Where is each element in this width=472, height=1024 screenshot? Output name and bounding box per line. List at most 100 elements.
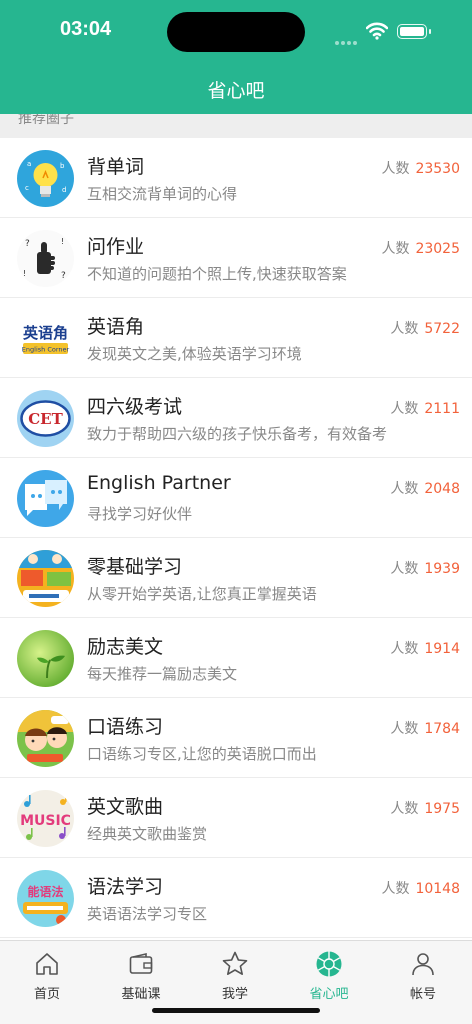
circle-row-cet[interactable]: CET 四六级考试 致力于帮助四六级的孩子快乐备考，有效备考 人数 2111 — [0, 378, 472, 458]
circle-row-grammar[interactable]: 能语法 语法学习 英语语法学习专区 人数 10148 — [0, 858, 472, 938]
member-count-value: 1939 — [424, 561, 460, 577]
member-count-label: 人数 — [390, 321, 419, 337]
member-count-value: 23530 — [415, 161, 460, 177]
wifi-icon — [366, 22, 388, 40]
english-corner-logo: 英语角 English Corner — [17, 310, 74, 367]
tab-label: 首页 — [33, 987, 60, 1002]
circle-title: 英文歌曲 — [87, 796, 164, 818]
member-count: 人数 1939 — [390, 558, 460, 578]
tab-my-learning[interactable]: 我学 — [188, 949, 282, 1002]
circle-description: 发现英文之美,体验英语学习环境 — [87, 345, 302, 363]
svg-text:CET: CET — [28, 410, 63, 428]
lightbulb-icon: a b c d — [17, 150, 74, 207]
circle-list[interactable]: a b c d 背单词 互相交流背单词的心得 人数 23530 ? ! ! ? — [0, 138, 472, 940]
battery-icon — [397, 24, 431, 39]
circle-description: 口语练习专区,让您的英语脱口而出 — [87, 745, 317, 763]
svg-text:?: ? — [61, 271, 66, 281]
tab-label: 基础课 — [121, 987, 161, 1002]
member-count: 人数 2048 — [390, 478, 460, 498]
circle-title: 励志美文 — [87, 636, 164, 658]
member-count-value: 1784 — [424, 721, 460, 737]
tab-community[interactable]: 省心吧 — [282, 949, 376, 1002]
svg-text:能语法: 能语法 — [27, 884, 63, 899]
circle-row-vocabulary[interactable]: a b c d 背单词 互相交流背单词的心得 人数 23530 — [0, 138, 472, 218]
circle-row-speaking[interactable]: 口语练习 口语练习专区,让您的英语脱口而出 人数 1784 — [0, 698, 472, 778]
circle-title: English Partner — [87, 472, 231, 494]
wallet-icon — [94, 949, 188, 979]
page-title: 省心吧 — [207, 80, 265, 102]
header-bar: 03:04 省心吧 — [0, 0, 472, 114]
tab-account[interactable]: 帐号 — [376, 949, 470, 1002]
circle-description: 每天推荐一篇励志美文 — [87, 665, 238, 683]
camera-notch — [167, 12, 305, 52]
circle-row-beginner[interactable]: 零基础学习 从零开始学英语,让您真正掌握英语 人数 1939 — [0, 538, 472, 618]
section-header: 推荐圈子 — [0, 114, 472, 138]
circle-title: 背单词 — [87, 156, 145, 178]
circle-description: 经典英文歌曲鉴赏 — [87, 825, 208, 843]
member-count-label: 人数 — [390, 561, 419, 577]
member-count-value: 10148 — [415, 881, 460, 897]
circle-description: 寻找学习好伙伴 — [87, 505, 193, 523]
svg-text:?: ? — [25, 239, 30, 249]
circle-title: 口语练习 — [87, 716, 164, 738]
circle-row-english-partner[interactable]: English Partner 寻找学习好伙伴 人数 2048 — [0, 458, 472, 538]
member-count-label: 人数 — [390, 721, 419, 737]
person-icon — [376, 949, 470, 979]
member-count-value: 2111 — [424, 401, 460, 417]
member-count-label: 人数 — [390, 481, 419, 497]
circle-title: 语法学习 — [87, 876, 164, 898]
circle-description: 致力于帮助四六级的孩子快乐备考，有效备考 — [87, 425, 388, 443]
kids-talk-icon — [17, 710, 74, 767]
member-count: 人数 10148 — [381, 878, 460, 898]
circle-description: 不知道的问题拍个照上传,快速获取答案 — [87, 265, 347, 283]
section-title: 推荐圈子 — [18, 114, 74, 127]
member-count: 人数 23025 — [381, 238, 460, 258]
svg-text:!: ! — [61, 237, 64, 246]
cet-logo: CET — [17, 390, 74, 447]
member-count-value: 1914 — [424, 641, 460, 657]
member-count-value: 1975 — [424, 801, 460, 817]
member-count-value: 2048 — [424, 481, 460, 497]
home-icon — [0, 949, 94, 979]
star-icon — [188, 949, 282, 979]
member-count: 人数 1784 — [390, 718, 460, 738]
aperture-icon — [282, 949, 376, 979]
home-indicator — [152, 1008, 320, 1013]
member-count-label: 人数 — [381, 161, 410, 177]
thumbs-up-icon: ? ! ! ? — [17, 230, 74, 287]
svg-text:d: d — [62, 186, 66, 194]
member-count: 人数 1914 — [390, 638, 460, 658]
cellular-signal-icon — [335, 30, 359, 49]
member-count-label: 人数 — [390, 401, 419, 417]
circle-row-english-corner[interactable]: 英语角 English Corner 英语角 发现英文之美,体验英语学习环境 人… — [0, 298, 472, 378]
tab-basic-course[interactable]: 基础课 — [94, 949, 188, 1002]
circle-title: 问作业 — [87, 236, 145, 258]
member-count: 人数 5722 — [390, 318, 460, 338]
tab-home[interactable]: 首页 — [0, 949, 94, 1002]
member-count-label: 人数 — [390, 801, 419, 817]
grammar-cover-icon: 能语法 — [17, 870, 74, 927]
chat-faces-icon — [17, 470, 74, 527]
tab-label: 省心吧 — [309, 987, 349, 1002]
svg-text:b: b — [60, 162, 65, 170]
circle-row-inspiration[interactable]: 励志美文 每天推荐一篇励志美文 人数 1914 — [0, 618, 472, 698]
circle-row-songs[interactable]: MUSIC 英文歌曲 经典英文歌曲鉴赏 人数 1975 — [0, 778, 472, 858]
member-count-value: 23025 — [415, 241, 460, 257]
svg-text:!: ! — [23, 269, 26, 278]
circle-title: 英语角 — [87, 316, 145, 338]
circle-title: 零基础学习 — [87, 556, 183, 578]
member-count: 人数 23530 — [381, 158, 460, 178]
svg-text:a: a — [27, 160, 31, 168]
circle-description: 英语语法学习专区 — [87, 905, 208, 923]
svg-text:c: c — [25, 184, 29, 192]
member-count-label: 人数 — [390, 641, 419, 657]
circle-title: 四六级考试 — [87, 396, 183, 418]
sprout-icon — [17, 630, 74, 687]
member-count: 人数 1975 — [390, 798, 460, 818]
tab-label: 帐号 — [409, 987, 436, 1002]
status-time: 03:04 — [60, 18, 112, 40]
comic-cover-icon — [17, 550, 74, 607]
member-count-label: 人数 — [381, 241, 410, 257]
tab-label: 我学 — [221, 987, 248, 1002]
circle-row-homework[interactable]: ? ! ! ? 问作业 不知道的问题拍个照上传,快速获取答案 人数 23025 — [0, 218, 472, 298]
